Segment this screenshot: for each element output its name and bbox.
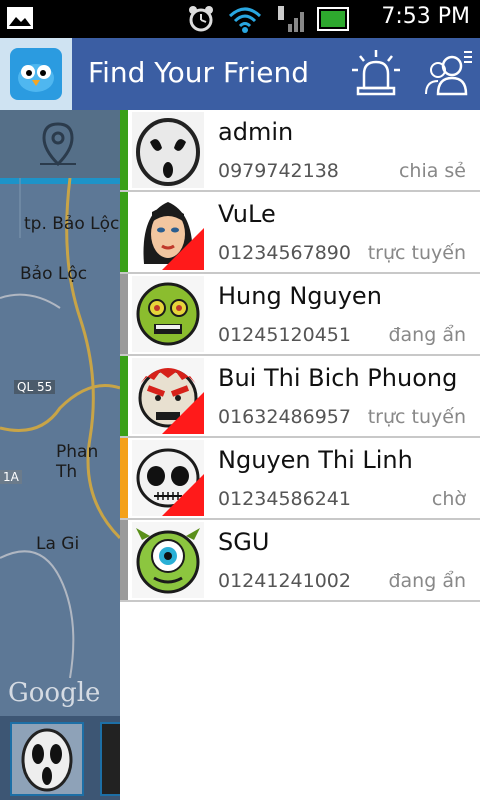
map-label: 1A [0,470,22,484]
status-indicator-bar [120,110,128,190]
friend-phone: 01245120451 [218,324,351,346]
google-watermark: Google [8,678,101,708]
clock-time: 7:53 PM [381,4,470,29]
status-icons [186,4,350,34]
battery-icon [317,7,349,31]
woman-face-avatar [132,194,204,270]
map-label: Bảo Lộc [20,264,88,284]
angry-face-avatar [132,358,204,434]
action-bar: Find Your Friend [0,38,480,110]
map-label: tp. Bảo Lộc [24,214,120,234]
friend-status: trực tuyến [367,242,466,264]
map-label: QL 55 [14,380,56,394]
status-corner-flag [162,392,204,434]
status-indicator-bar [120,192,128,272]
map-view[interactable]: tp. Bảo Lộc Bảo Lộc QL 55 Phan Th 1A La … [0,110,120,800]
friend-phone: 0979742138 [218,160,339,182]
friend-phone: 01234586241 [218,488,351,510]
status-bar: 7:53 PM [0,0,480,38]
alarm-clock-icon [189,6,213,32]
friend-name: Bui Thi Bich Phuong [218,364,458,392]
scream-mask-avatar [132,112,204,188]
friend-status: đang ẩn [388,570,466,592]
map-label: Phan Th [56,442,99,482]
friend-name: SGU [218,528,270,556]
map-toolbar [0,110,120,184]
status-corner-flag [162,228,204,270]
location-pin-icon[interactable] [34,120,82,170]
friend-phone: 01632486957 [218,406,351,428]
scream-mask-thumb[interactable] [10,722,84,796]
friend-name: VuLe [218,200,276,228]
friend-name: Hung Nguyen [218,282,382,310]
friend-phone: 01241241002 [218,570,351,592]
wifi-icon [228,7,262,33]
friend-row[interactable]: Nguyen Thi Linh 01234586241 chờ [120,438,480,520]
status-indicator-bar [120,274,128,354]
image-icon [6,6,34,30]
status-corner-flag [162,474,204,516]
friend-row[interactable]: SGU 01241241002 đang ẩn [120,520,480,602]
friend-status: trực tuyến [367,406,466,428]
one-eye-monster-avatar [132,522,204,598]
status-indicator-bar [120,520,128,600]
friend-status: chờ [431,488,466,510]
zombie-face-avatar [132,276,204,352]
friend-status: chia sẻ [398,160,466,182]
friend-row[interactable]: Bui Thi Bich Phuong 01632486957 trực tuy… [120,356,480,438]
status-indicator-bar [120,356,128,436]
friend-row[interactable]: VuLe 01234567890 trực tuyến [120,192,480,274]
skull-face-avatar [132,440,204,516]
app-title: Find Your Friend [88,56,310,89]
friend-name: Nguyen Thi Linh [218,446,413,474]
friends-menu-icon[interactable] [422,48,474,100]
app-logo-icon[interactable] [0,38,72,110]
friend-list: admin 0979742138 chia sẻ VuLe 0123456789… [120,110,480,800]
usb-signal-icon [278,6,304,32]
friend-name: admin [218,118,294,146]
map-label: La Gi [36,534,80,554]
friend-row[interactable]: admin 0979742138 chia sẻ [120,110,480,192]
map-avatar-strip [0,716,120,800]
woman-face-thumb[interactable] [100,722,120,796]
status-indicator-bar [120,438,128,518]
friend-status: đang ẩn [388,324,466,346]
friend-phone: 01234567890 [218,242,351,264]
alarm-siren-icon[interactable] [350,48,402,100]
friend-row[interactable]: Hung Nguyen 01245120451 đang ẩn [120,274,480,356]
